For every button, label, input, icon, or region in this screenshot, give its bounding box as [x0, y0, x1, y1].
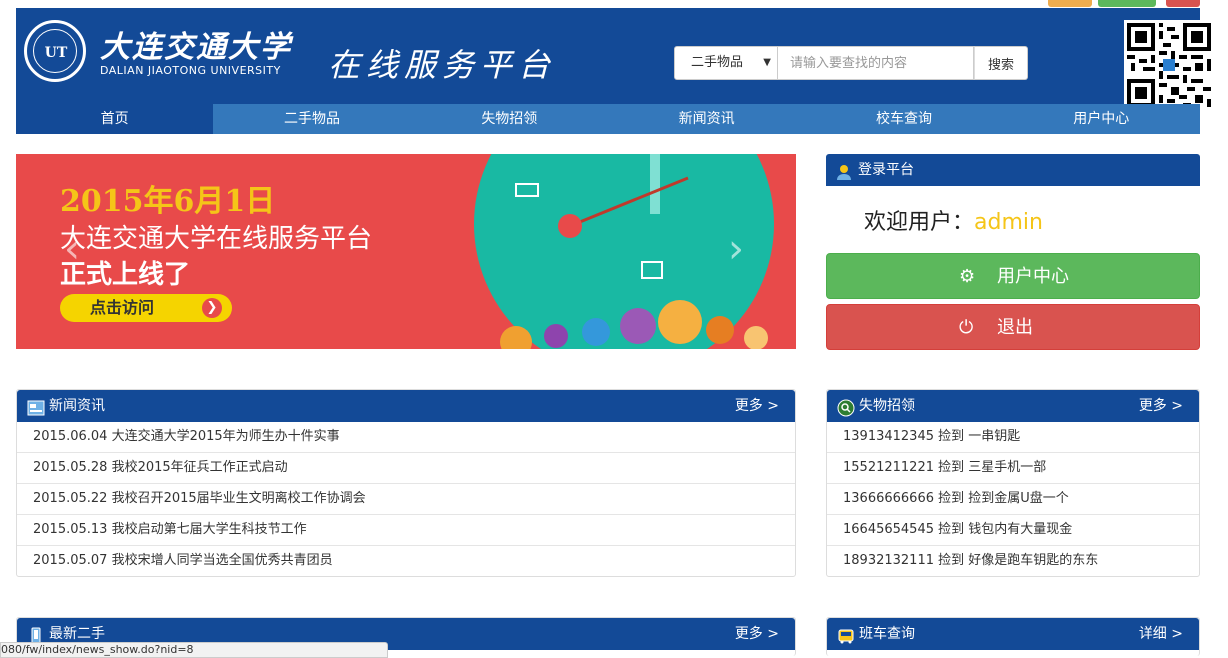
search-input[interactable] [778, 46, 974, 80]
lost-found-icon [837, 397, 855, 417]
top-button-green[interactable] [1098, 0, 1156, 7]
lost-found-item[interactable]: 15521211221 捡到 三星手机一部 [827, 453, 1199, 484]
logout-button[interactable]: ⏻ 退出 [826, 304, 1200, 350]
username: admin [974, 210, 1043, 235]
gear-icon: ⚙ [959, 266, 976, 287]
nav-item-home[interactable]: 首页 [16, 104, 214, 134]
lost-found-item[interactable]: 18932132111 捡到 好像是跑车钥匙的东东 [827, 546, 1199, 577]
arrow-right-icon: ❯ [202, 298, 222, 318]
nav-item-lost-found[interactable]: 失物招领 [411, 104, 608, 134]
lost-found-item[interactable]: 16645654545 捡到 钱包内有大量现金 [827, 515, 1199, 546]
nav-item-secondhand[interactable]: 二手物品 [213, 104, 410, 134]
caret-down-icon: ▼ [763, 57, 771, 68]
carousel-next-icon[interactable]: › [728, 226, 744, 272]
banner-headline: 大连交通大学在线服务平台 [60, 224, 373, 254]
top-button-red[interactable] [1166, 0, 1200, 7]
user-center-button[interactable]: ⚙ 用户中心 [826, 253, 1200, 299]
login-panel: 登录平台 欢迎用户：admin ⚙ 用户中心 ⏻ 退出 [826, 154, 1200, 350]
welcome-message: 欢迎用户：admin [864, 210, 1043, 235]
news-panel-header: 新闻资讯 更多 > [17, 390, 795, 422]
power-icon: ⏻ [959, 317, 974, 338]
lost-found-panel: 失物招领 更多 > 13913412345 捡到 一串钥匙 1552121122… [826, 389, 1200, 577]
news-panel: 新闻资讯 更多 > 2015.06.04 大连交通大学2015年为师生办十件实事… [16, 389, 796, 577]
search-button[interactable]: 搜索 [974, 46, 1028, 80]
bus-icon [837, 625, 855, 644]
lost-found-panel-header: 失物招领 更多 > [827, 390, 1199, 422]
university-name-en: DALIAN JIAOTONG UNIVERSITY [100, 64, 281, 77]
launch-banner[interactable]: 2015年6月1日 大连交通大学在线服务平台 正式上线了 点击访问 ❯ ‹ › [16, 154, 796, 349]
university-seal-icon: UT [24, 20, 86, 82]
lost-found-item[interactable]: 13913412345 捡到 一串钥匙 [827, 422, 1199, 453]
nav-item-bus[interactable]: 校车查询 [805, 104, 1002, 134]
news-item[interactable]: 2015.05.28 我校2015年征兵工作正式启动 [17, 453, 795, 484]
qr-code-icon [1124, 20, 1214, 110]
bus-panel: 班车查询 详细 > [826, 617, 1200, 656]
banner-visit-button[interactable]: 点击访问 ❯ [60, 294, 232, 322]
secondhand-more-link[interactable]: 更多 > [735, 618, 779, 650]
banner-date: 2015年6月1日 [60, 184, 276, 219]
news-item[interactable]: 2015.05.22 我校召开2015届毕业生文明离校工作协调会 [17, 484, 795, 515]
nav-item-news[interactable]: 新闻资讯 [608, 104, 805, 134]
news-more-link[interactable]: 更多 > [735, 390, 779, 422]
news-item[interactable]: 2015.05.13 我校启动第七届大学生科技节工作 [17, 515, 795, 546]
platform-title: 在线服务平台 [328, 46, 557, 84]
bus-panel-header: 班车查询 详细 > [827, 618, 1199, 650]
news-item[interactable]: 2015.05.07 我校宋增人同学当选全国优秀共青团员 [17, 546, 795, 577]
user-icon [836, 161, 854, 180]
top-button-orange[interactable] [1048, 0, 1092, 7]
newspaper-icon [27, 397, 45, 416]
lost-found-more-link[interactable]: 更多 > [1139, 390, 1183, 422]
phone-icon [27, 625, 45, 645]
main-nav: 首页 二手物品 失物招领 新闻资讯 校车查询 用户中心 [16, 104, 1200, 134]
search-bar: 二手物品 ▼ 搜索 [674, 46, 1028, 80]
login-panel-header: 登录平台 [826, 154, 1200, 186]
search-category-select[interactable]: 二手物品 ▼ [674, 46, 778, 80]
carousel-prev-icon[interactable]: ‹ [64, 226, 80, 272]
bus-detail-link[interactable]: 详细 > [1139, 618, 1183, 650]
site-header: UT 大连交通大学 DALIAN JIAOTONG UNIVERSITY 在线服… [16, 8, 1214, 110]
nav-item-user-center[interactable]: 用户中心 [1003, 104, 1200, 134]
lost-found-item[interactable]: 13666666666 捡到 捡到金属U盘一个 [827, 484, 1199, 515]
university-name-cn: 大连交通大学 [100, 30, 292, 65]
top-strip [0, 0, 1228, 8]
news-item[interactable]: 2015.06.04 大连交通大学2015年为师生办十件实事 [17, 422, 795, 453]
